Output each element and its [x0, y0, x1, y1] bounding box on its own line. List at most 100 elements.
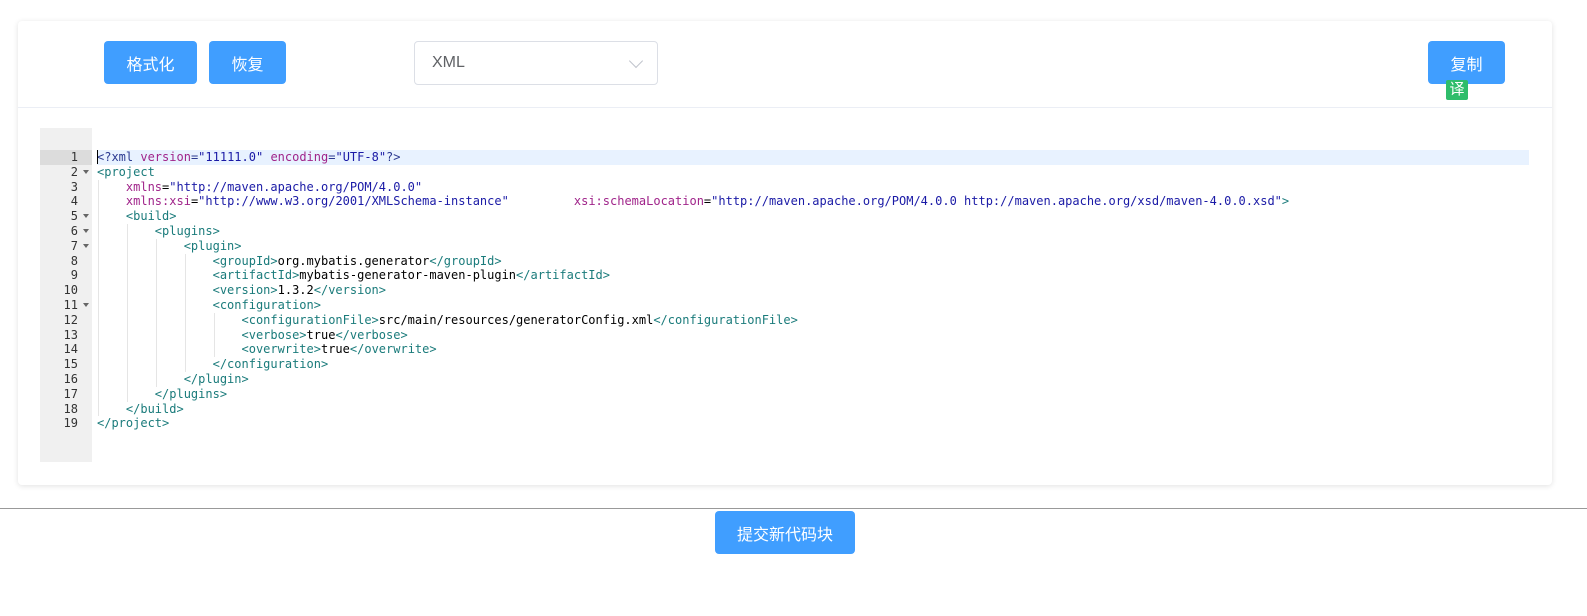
- line-number-label: 14: [63, 342, 78, 357]
- fold-toggle-icon[interactable]: [83, 229, 89, 233]
- line-number: 9: [40, 268, 92, 283]
- code-line[interactable]: <?xml version="11111.0" encoding="UTF-8"…: [97, 150, 1529, 165]
- code-token: <artifactId>: [212, 268, 300, 283]
- line-number: 11: [40, 298, 92, 313]
- code-line[interactable]: <build>: [97, 209, 1529, 224]
- code-token: </overwrite>: [349, 342, 437, 357]
- language-select[interactable]: XML: [414, 41, 658, 85]
- line-number: 18: [40, 402, 92, 417]
- code-token: </plugin>: [183, 372, 249, 386]
- submit-new-code-block-button[interactable]: 提交新代码块: [715, 511, 855, 554]
- code-token: <build>: [125, 209, 177, 224]
- line-number: 13: [40, 328, 92, 343]
- line-number-label: 12: [63, 312, 78, 327]
- code-token: "11111.0": [198, 150, 264, 164]
- code-line[interactable]: </build>: [97, 402, 1529, 417]
- line-number: 2: [40, 165, 92, 180]
- line-number: 1: [40, 150, 92, 165]
- code-token: "http://www.w3.org/2001/XMLSchema-instan…: [198, 194, 509, 209]
- code-line[interactable]: <version>1.3.2</version>: [97, 283, 1529, 298]
- code-token: true: [306, 327, 336, 342]
- code-token: </configuration>: [212, 357, 329, 372]
- code-line[interactable]: </plugin>: [97, 372, 1529, 387]
- code-line[interactable]: <plugins>: [97, 224, 1529, 239]
- code-token: </project>: [97, 416, 170, 431]
- code-token: "UTF-8": [335, 150, 387, 164]
- code-content[interactable]: <?xml version="11111.0" encoding="UTF-8"…: [97, 128, 1529, 462]
- line-number-gutter: 1 2 3 4 5 6 7 8 9 10 11 12 13 14 15 16 17 18 19: [40, 128, 92, 462]
- restore-button[interactable]: 恢复: [209, 41, 286, 84]
- line-number-label: 3: [70, 179, 78, 194]
- code-editor[interactable]: 1 2 3 4 5 6 7 8 9 10 11 12 13 14 15 16 17 18 19 <?xml vers…: [40, 128, 1529, 462]
- line-number-label: 4: [70, 194, 78, 209]
- line-number-label: 19: [63, 416, 78, 431]
- line-number: 16: [40, 372, 92, 387]
- line-number-label: 7: [70, 238, 78, 253]
- code-line[interactable]: </project>: [97, 416, 1529, 431]
- fold-toggle-icon[interactable]: [83, 214, 89, 219]
- line-number-label: 15: [63, 357, 78, 372]
- code-editor-card: 格式化 恢复 XML 复制 译 1 2 3 4 5 6 7 8 9 10 11 12 13 14 15 16 1…: [18, 21, 1552, 485]
- code-token: ?>: [386, 150, 401, 164]
- line-number-label: 2: [70, 164, 78, 179]
- indent-guide: [155, 238, 157, 387]
- chevron-down-icon: [628, 53, 644, 69]
- format-button[interactable]: 格式化: [104, 41, 197, 84]
- fold-toggle-icon[interactable]: [83, 169, 89, 174]
- code-line[interactable]: </plugins>: [97, 387, 1529, 402]
- code-token: xmlns: [125, 179, 163, 194]
- code-line[interactable]: <configurationFile>src/main/resources/ge…: [97, 313, 1529, 328]
- translate-badge[interactable]: 译: [1446, 80, 1468, 100]
- section-divider: [0, 508, 1587, 509]
- copy-button[interactable]: 复制: [1428, 41, 1505, 84]
- code-line[interactable]: <artifactId>mybatis-generator-maven-plug…: [97, 268, 1529, 283]
- code-token: "http://maven.apache.org/POM/4.0.0": [169, 179, 423, 194]
- line-number-label: 10: [63, 283, 78, 298]
- code-line[interactable]: <configuration>: [97, 298, 1529, 313]
- code-token: src/main/resources/generatorConfig.xml: [378, 312, 654, 327]
- code-token: 1.3.2: [277, 283, 314, 298]
- code-token: </build>: [125, 401, 184, 416]
- line-number-label: 16: [63, 372, 78, 386]
- line-number: 19: [40, 416, 92, 431]
- code-line[interactable]: <plugin>: [97, 239, 1529, 254]
- code-token: <project: [97, 164, 155, 179]
- code-token: <verbose>: [241, 327, 307, 342]
- indent-guide: [213, 312, 215, 358]
- code-line[interactable]: <project: [97, 165, 1529, 180]
- code-token: </verbose>: [335, 327, 408, 342]
- code-token: <groupId>: [212, 253, 278, 268]
- fold-toggle-icon[interactable]: [83, 243, 89, 248]
- line-number: 17: [40, 387, 92, 402]
- line-number: 6: [40, 224, 92, 239]
- line-number-label: 8: [70, 253, 78, 268]
- code-line[interactable]: <verbose>true</verbose>: [97, 328, 1529, 343]
- code-token: mybatis-generator-maven-plugin: [299, 268, 517, 283]
- line-number: 3: [40, 180, 92, 195]
- code-token: <plugins>: [154, 224, 220, 238]
- indent-guide: [184, 253, 186, 372]
- code-token: >: [1281, 194, 1290, 209]
- code-line[interactable]: </configuration>: [97, 357, 1529, 372]
- line-number-label: 5: [70, 209, 78, 224]
- code-token: true: [320, 342, 350, 357]
- code-token: <overwrite>: [241, 342, 321, 357]
- code-line[interactable]: xmlns="http://maven.apache.org/POM/4.0.0…: [97, 180, 1529, 195]
- line-number-label: 17: [63, 386, 78, 401]
- language-select-value: XML: [432, 54, 465, 71]
- code-line[interactable]: <groupId>org.mybatis.generator</groupId>: [97, 254, 1529, 269]
- fold-toggle-icon[interactable]: [83, 303, 89, 307]
- line-number-label: 9: [70, 268, 78, 283]
- line-number-label: 18: [63, 401, 78, 416]
- code-line[interactable]: <overwrite>true</overwrite>: [97, 342, 1529, 357]
- line-number: 4: [40, 194, 92, 209]
- line-number: 7: [40, 239, 92, 254]
- code-token: </version>: [313, 283, 386, 298]
- line-number: 5: [40, 209, 92, 224]
- code-line[interactable]: xmlns:xsi="http://www.w3.org/2001/XMLSch…: [97, 194, 1529, 209]
- line-number-label: 13: [63, 327, 78, 342]
- code-token: xsi:schemaLocation: [573, 194, 704, 209]
- code-token: <plugin>: [183, 238, 242, 253]
- code-token: org.mybatis.generator: [277, 253, 430, 268]
